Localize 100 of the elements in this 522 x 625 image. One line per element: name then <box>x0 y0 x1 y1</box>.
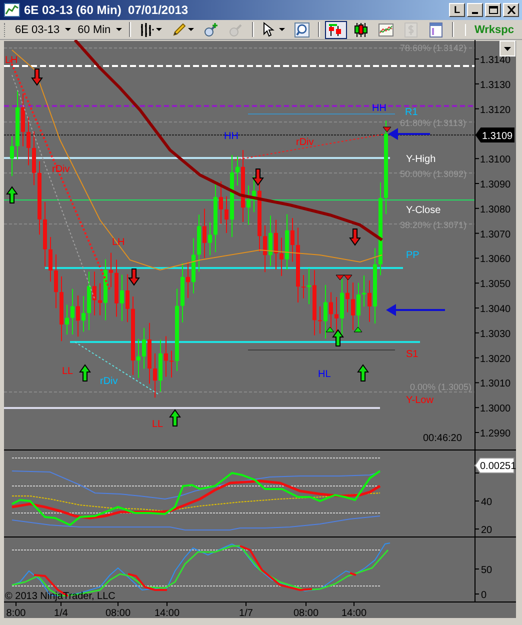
minimize-button[interactable] <box>467 3 483 17</box>
up-arrow-icon <box>332 329 344 346</box>
time-axis-label: 08:00 <box>105 608 131 619</box>
price-axis-label: 1.3100 <box>480 154 511 166</box>
candlestick <box>98 282 102 316</box>
candlestick <box>109 252 113 288</box>
magnifier-icon <box>294 22 310 38</box>
candlestick <box>208 222 212 256</box>
down-arrow-icon <box>31 68 43 86</box>
maximize-icon <box>488 6 498 14</box>
indicator-axis-label: 50 <box>481 565 492 576</box>
candlestick <box>290 218 294 262</box>
maximize-button[interactable] <box>485 3 501 17</box>
indicator-axis-label: 40 <box>481 497 492 508</box>
up-arrow-icon <box>79 364 91 382</box>
chart-annotation: LL <box>152 419 164 430</box>
time-axis-label: 08:00 <box>293 608 319 619</box>
candlestick <box>186 261 190 299</box>
up-arrow-icon <box>169 409 181 426</box>
candlestick <box>87 271 91 331</box>
caret-icon <box>278 28 285 32</box>
toolbar-button[interactable] <box>324 20 347 38</box>
chart-annotation: rDiv <box>52 164 70 175</box>
chart-annotation: HL <box>318 369 331 380</box>
down-arrow-icon <box>349 228 361 246</box>
candlestick <box>362 274 366 307</box>
candlestick <box>274 219 278 270</box>
candlestick <box>192 238 196 294</box>
window-title: 6E 03-13 (60 Min) 07/01/2013 <box>24 3 190 17</box>
chart-annotation: LL <box>62 366 74 377</box>
candlestick <box>170 350 174 378</box>
price-axis-label: 1.3120 <box>480 104 511 116</box>
arrow-marker <box>386 304 445 316</box>
price-axis-label: 1.3020 <box>480 354 511 365</box>
down-arrow-icon <box>128 268 140 286</box>
dollar-icon <box>402 22 419 38</box>
candlestick <box>285 214 289 270</box>
triangle-marker <box>326 326 334 332</box>
candlestick <box>153 352 157 398</box>
candlestick <box>148 322 152 384</box>
candlestick <box>202 208 206 259</box>
chart-annotation: S1 <box>406 349 418 360</box>
price-axis-label: 1.3010 <box>480 378 511 390</box>
caret-icon <box>156 28 162 32</box>
bar-timer: 00:46:20 <box>423 433 462 444</box>
candlestick <box>136 338 140 378</box>
up-arrow-icon <box>357 364 369 382</box>
zoom-out-icon <box>228 22 244 38</box>
time-axis-label: 8:00 <box>6 608 26 619</box>
candlestick <box>65 304 69 336</box>
candlestick <box>268 215 272 267</box>
candlestick <box>356 282 360 334</box>
candlestick <box>82 296 86 332</box>
time-axis-label: 1/4 <box>54 608 68 619</box>
bars-icon <box>328 22 344 38</box>
candlestick <box>197 214 201 272</box>
candlestick <box>21 93 25 147</box>
price-axis-label: 1.3090 <box>480 180 511 190</box>
up-arrow-icon <box>6 186 18 204</box>
last-price-tag: 1.3109 <box>475 128 514 142</box>
price-axis-label: 1.3050 <box>480 279 511 290</box>
chart-annotation: LH <box>5 55 18 66</box>
panel-icon <box>428 22 444 38</box>
price-axis-label: 1.3000 <box>480 404 511 415</box>
down-arrow-icon <box>252 168 264 186</box>
candlestick <box>54 254 58 309</box>
candlestick <box>126 274 130 323</box>
pencil-icon <box>170 22 187 38</box>
chart-annotation: Y-High <box>406 154 436 165</box>
time-axis-label: 14:00 <box>154 608 180 619</box>
candlestick <box>246 185 250 226</box>
chart-annotation: R1 <box>405 107 418 118</box>
price-axis-label: 1.3140 <box>480 55 511 66</box>
candlestick <box>368 280 372 322</box>
candlestick <box>219 180 223 224</box>
price-axis-label: 1.2990 <box>480 428 511 440</box>
instrument-dropdown[interactable]: 6E 03-13 <box>13 24 73 36</box>
candlestick-icon <box>352 22 369 38</box>
chart-annotation: Y-Low <box>406 395 434 406</box>
candlestick <box>92 271 96 316</box>
candlestick <box>351 282 355 330</box>
candlestick <box>280 237 284 276</box>
chart-annotation: rDiv <box>100 376 118 387</box>
triangle-marker <box>354 326 362 332</box>
layout-button[interactable]: L <box>449 3 465 17</box>
candlestick <box>312 270 316 336</box>
candlestick <box>158 339 162 392</box>
candlestick <box>114 259 118 318</box>
close-button[interactable] <box>503 3 519 17</box>
candlestick <box>263 224 267 273</box>
candlestick <box>16 90 20 160</box>
price-axis-label: 1.3070 <box>480 229 511 240</box>
candlestick <box>346 277 350 313</box>
panel-menu-button[interactable] <box>500 40 516 56</box>
triangle-marker <box>382 126 392 132</box>
candlestick <box>43 201 47 267</box>
interval-dropdown[interactable]: 60 Min <box>76 24 124 36</box>
candlestick <box>70 288 74 335</box>
time-axis-label: 14:00 <box>341 608 367 619</box>
caret-icon <box>116 28 122 32</box>
